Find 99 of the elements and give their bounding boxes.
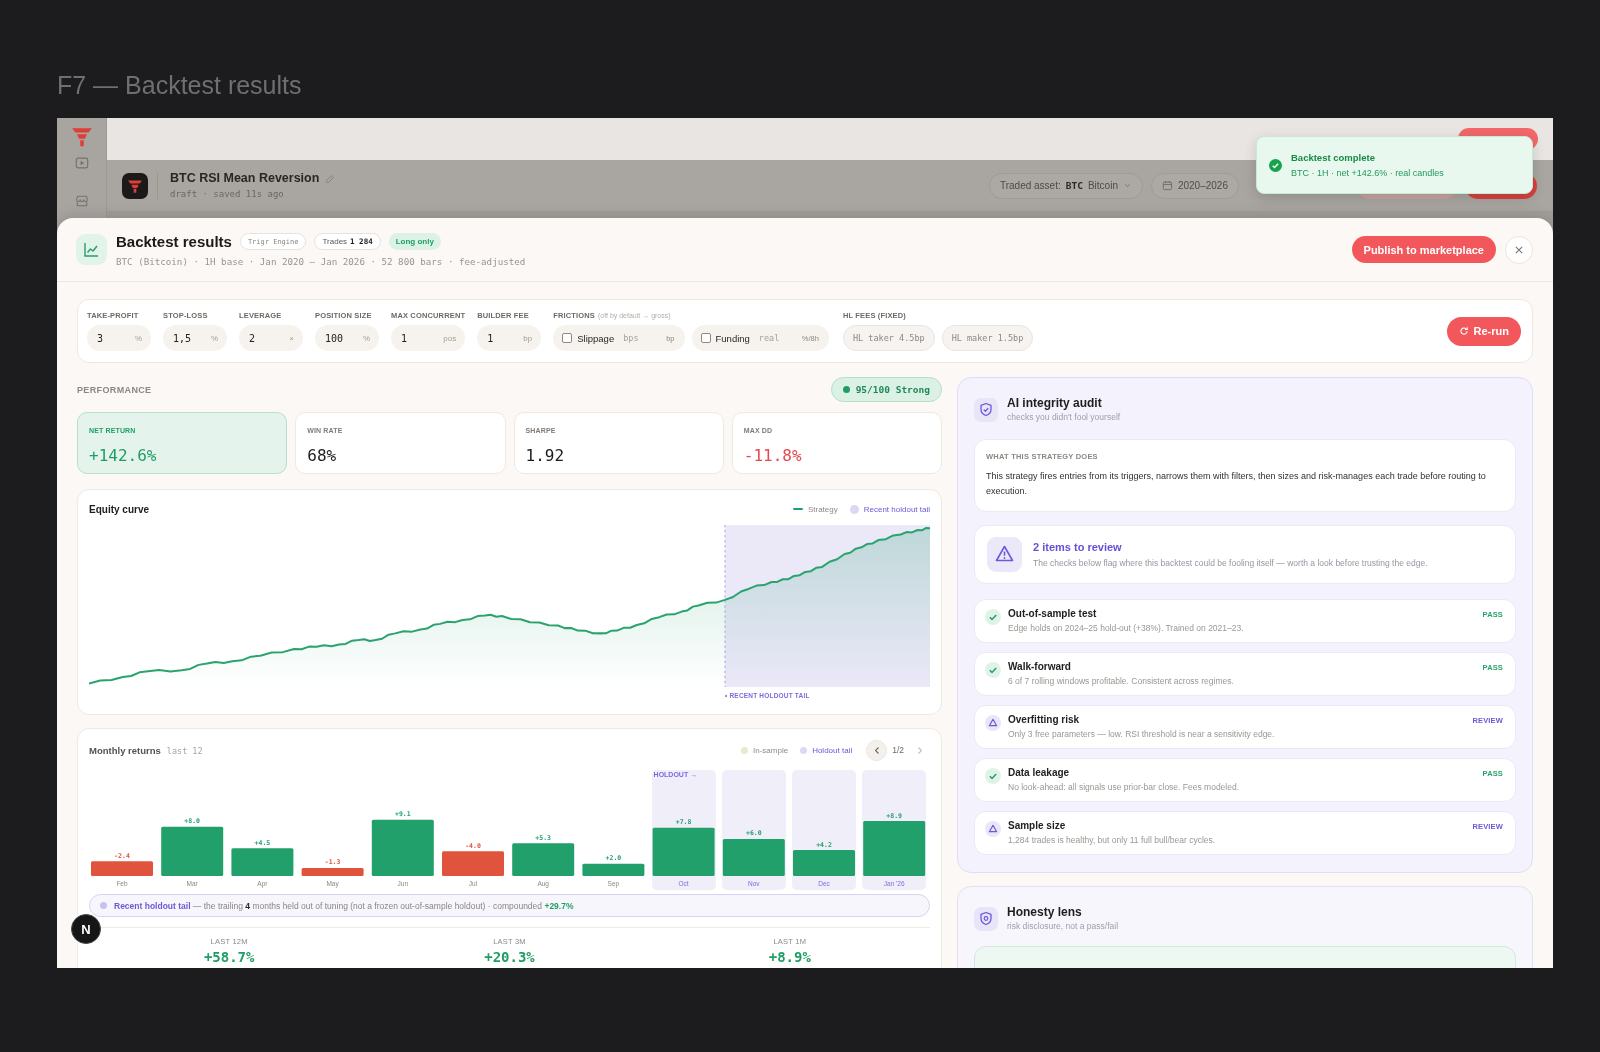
rate-input-field[interactable]: real	[758, 333, 791, 343]
check-title: Walk-forward	[1008, 660, 1071, 673]
checkbox-label: Funding	[715, 332, 750, 344]
legend-label: Recent holdout tail	[863, 504, 930, 514]
close-icon	[1515, 245, 1523, 254]
kpi-value: 1.92	[525, 446, 565, 466]
summary-value: +58.7%	[203, 949, 255, 966]
check-detail: 6 of 7 rolling windows profitable. Consistent across regimes.	[1008, 676, 1234, 687]
calendar-icon	[1161, 180, 1173, 191]
refresh-icon	[1458, 326, 1469, 336]
rate-input-field[interactable]: bps	[623, 333, 656, 343]
pencil-icon[interactable]	[325, 173, 336, 184]
check-detail: Only 3 free parameters — low. RSI threshold is near a sensitivity edge.	[1008, 729, 1275, 740]
holdout-note-text: Recent holdout tail — the trailing 4 months held out of tuning (not a frozen out-of-sample holdout) · compounded +29.7%	[114, 900, 574, 911]
chevron-down-icon	[1122, 181, 1132, 190]
panel-subtitle: checks you didn't fool yourself	[1007, 412, 1121, 423]
legend-label: In-sample	[753, 745, 789, 755]
strategy-logo-icon	[122, 172, 148, 199]
panel-subtitle: risk disclosure, not a pass/fail	[1007, 921, 1119, 932]
checkbox[interactable]	[562, 333, 573, 343]
summary-text: This strategy fires entries from its triggers, narrows them with filters, then sizes and risk-manages each trade before routing to execution.	[986, 470, 1487, 498]
chart-subtitle: last 12	[166, 745, 203, 756]
storefront-icon[interactable]	[74, 194, 89, 208]
return-bar	[231, 848, 294, 876]
return-bar	[91, 861, 153, 876]
return-bar	[652, 827, 715, 876]
return-bar	[371, 819, 434, 876]
parameter-field[interactable]: 100 %	[315, 325, 379, 351]
chevron-right-icon	[917, 746, 922, 754]
fee-tag: HL taker 4.5bp	[842, 325, 935, 351]
parameter-field[interactable]: 3 %	[87, 325, 151, 351]
check-detail: No look-ahead: all signals use prior-bar close. Fees modeled.	[1008, 782, 1240, 793]
mode-tag: Long only	[388, 233, 441, 250]
kpi-value: -11.8%	[743, 446, 802, 466]
tick-icon	[985, 768, 1001, 784]
panel-title: AI integrity audit	[1007, 396, 1102, 410]
checkbox[interactable]	[700, 333, 711, 343]
return-bar	[582, 863, 645, 876]
parameter-field[interactable]: 1 pos	[391, 325, 466, 351]
check-circle-icon	[1269, 158, 1282, 172]
parameter-field[interactable]: 1 bp	[477, 325, 542, 351]
check-title: Overfitting risk	[1008, 713, 1080, 726]
panel-title: Honesty lens	[1007, 905, 1082, 919]
review-title: 2 items to review	[1033, 540, 1122, 554]
page-title: F7 — Backtest results	[57, 70, 302, 100]
summary-value: +8.9%	[768, 949, 811, 966]
return-bar	[793, 850, 855, 876]
return-bar	[863, 821, 926, 876]
modal-title: Backtest results	[116, 232, 232, 251]
check-title: Sample size	[1008, 819, 1066, 832]
check-detail: Edge holds on 2024–25 hold-out (+38%). Trained on 2021–23.	[1008, 623, 1244, 634]
parameter-field[interactable]: 1,5 %	[163, 325, 227, 351]
checkbox-label: Slippage	[577, 332, 615, 344]
kpi-value: 68%	[307, 446, 337, 466]
shield-icon	[974, 397, 998, 422]
shield-icon	[974, 906, 998, 931]
toast-title: Backtest complete	[1291, 151, 1376, 163]
chart-title: Equity curve	[89, 503, 150, 515]
previous-page-button[interactable]	[866, 739, 888, 761]
legend-label: Holdout tail	[812, 745, 853, 755]
chart-title: Monthly returns	[89, 744, 161, 756]
logo-icon[interactable]	[70, 127, 93, 147]
date-range-button[interactable]: 2020–2026	[1150, 172, 1239, 199]
summary-value: +20.3%	[484, 949, 535, 966]
score-label: 95/100 Strong	[855, 384, 930, 395]
note-dot-icon	[100, 902, 107, 909]
close-button[interactable]	[1505, 235, 1533, 264]
chevron-left-icon	[874, 746, 879, 754]
tick-icon	[985, 609, 1001, 625]
asset-picker[interactable]: Traded asset: BTC Bitcoin	[988, 172, 1143, 199]
line-chart-icon	[76, 234, 107, 265]
fee-tag: HL maker 1.5bp	[941, 325, 1034, 351]
section-label: PERFORMANCE	[77, 384, 152, 395]
legend-line-icon	[792, 508, 803, 510]
modal-subtitle: BTC (Bitcoin) · 1H base · Jan 2020 – Jan 2026 · 52 800 bars · fee-adjusted	[116, 255, 526, 267]
toast-message: BTC · 1H · net +142.6% · real candles	[1291, 167, 1444, 179]
check-title: Out-of-sample test	[1008, 607, 1097, 620]
warning-icon	[985, 715, 1001, 731]
warning-icon	[985, 821, 1001, 837]
parameter-field[interactable]: 2 ×	[239, 325, 303, 351]
legend-dot-icon	[741, 746, 748, 754]
return-bar	[301, 868, 364, 876]
legend-dot-icon	[800, 746, 808, 754]
play-square-icon[interactable]	[74, 156, 89, 170]
check-detail: 1,284 trades is healthy, but only 11 full bull/bear cycles.	[1008, 835, 1216, 846]
tick-icon	[985, 662, 1001, 678]
legend-label: Strategy	[807, 504, 838, 514]
check-title: Data leakage	[1008, 766, 1070, 779]
legend-swatch-icon	[849, 504, 859, 514]
warning-icon	[987, 537, 1022, 572]
return-bar	[161, 826, 224, 876]
strategy-name: BTC RSI Mean Reversion	[170, 171, 320, 186]
review-text: The checks below flag where this backtest could be fooling itself — worth a look before trusting the edge.	[1033, 557, 1428, 569]
return-bar	[442, 851, 504, 876]
status-dot-icon	[842, 386, 850, 393]
return-bar	[722, 839, 785, 876]
kpi-value: +142.6%	[89, 446, 157, 466]
return-bar	[512, 843, 575, 876]
page-indicator: 1/2	[892, 745, 904, 755]
